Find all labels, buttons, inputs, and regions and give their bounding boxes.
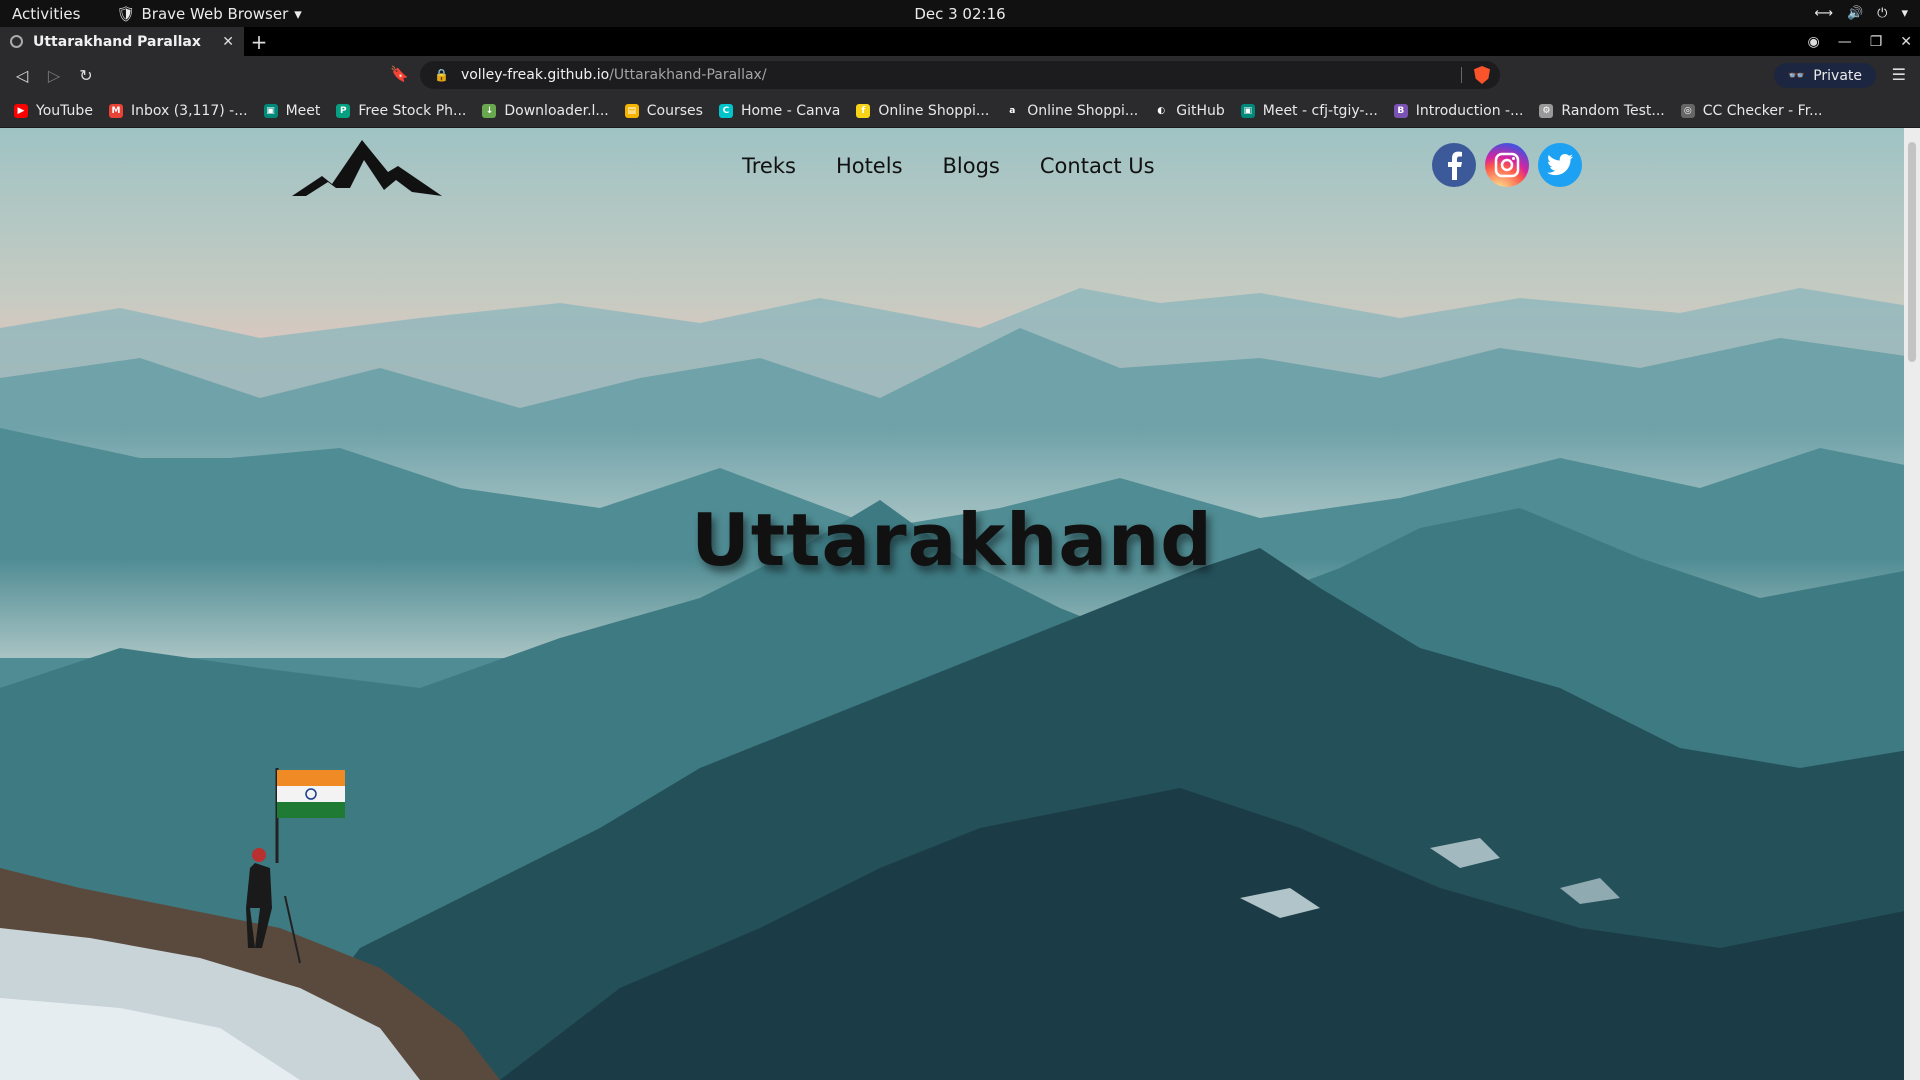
- bookmark-item[interactable]: M Inbox (3,117) -...: [108, 102, 248, 119]
- private-glasses-icon: 👓: [1787, 67, 1806, 84]
- activities-button[interactable]: Activities: [12, 5, 80, 23]
- bookmark-label: Inbox (3,117) -...: [130, 102, 248, 119]
- twitter-icon[interactable]: [1538, 143, 1582, 187]
- bookmark-item[interactable]: P Free Stock Ph...: [336, 103, 466, 119]
- volume-icon: 🔊: [1846, 6, 1864, 21]
- bookmark-item[interactable]: ⚙ Random Test...: [1539, 102, 1665, 119]
- cc-checker-icon: ◎: [1680, 103, 1695, 118]
- bookmark-label: Free Stock Ph...: [358, 102, 467, 119]
- bookmark-item[interactable]: ▤ Courses: [624, 102, 703, 119]
- bookmark-item[interactable]: ▣ Meet: [263, 102, 321, 119]
- tab-search-icon[interactable]: ◉: [1807, 34, 1819, 50]
- bookmark-item[interactable]: B Introduction -...: [1393, 102, 1524, 119]
- reload-icon[interactable]: ↻: [70, 66, 102, 85]
- bookmark-label: GitHub: [1176, 102, 1225, 119]
- browser-tab[interactable]: Uttarakhand Parallax ✕: [0, 27, 244, 56]
- bookmark-item[interactable]: a Online Shoppi...: [1005, 103, 1138, 119]
- bookmark-item[interactable]: ▶ YouTube: [14, 103, 93, 119]
- bookmark-label: YouTube: [36, 102, 93, 119]
- page-scrollbar[interactable]: [1904, 128, 1920, 1080]
- forward-icon[interactable]: ▷: [38, 66, 70, 85]
- maximize-icon[interactable]: ❐: [1870, 34, 1883, 50]
- minimize-icon[interactable]: —: [1838, 34, 1852, 50]
- bookmark-label: Meet: [285, 102, 321, 119]
- app-menu-label: Brave Web Browser: [141, 4, 289, 23]
- facebook-icon[interactable]: [1432, 143, 1476, 187]
- bookmark-label: Downloader.l...: [504, 102, 609, 119]
- github-icon: ◐: [1157, 105, 1166, 116]
- system-tray[interactable]: ⟷ 🔊 ⏻ ▾: [1814, 6, 1908, 21]
- address-bar[interactable]: 🔒 volley-freak.github.io /Uttarakhand-Pa…: [420, 61, 1500, 89]
- bookmark-item[interactable]: f Online Shoppi...: [856, 103, 989, 119]
- bookmark-item[interactable]: C Home - Canva: [718, 102, 841, 119]
- social-links: [1432, 143, 1582, 187]
- url-host: volley-freak.github.io: [460, 67, 610, 83]
- bookmark-label: Random Test...: [1561, 102, 1665, 119]
- site-logo-mountain-icon[interactable]: [292, 136, 442, 202]
- bookmark-item[interactable]: ↓ Downloader.l...: [482, 102, 609, 119]
- nav-link-blogs[interactable]: Blogs: [943, 154, 1000, 178]
- hero-title: Uttarakhand: [691, 498, 1213, 582]
- bookmark-label: Home - Canva: [740, 102, 841, 119]
- instagram-icon[interactable]: [1485, 143, 1529, 187]
- brave-shields-icon[interactable]: [1474, 66, 1490, 84]
- browser-toolbar: ◁ ▷ ↻ 🔖 🔒 volley-freak.github.io /Uttara…: [0, 56, 1920, 94]
- bookmark-item[interactable]: ▣ Meet - cfj-tgiy-...: [1240, 102, 1378, 119]
- gmail-icon: M: [108, 103, 123, 118]
- nav-link-hotels[interactable]: Hotels: [836, 154, 903, 178]
- flipkart-icon: f: [856, 103, 871, 118]
- private-window-badge[interactable]: 👓 Private: [1773, 63, 1876, 88]
- url-separator: [1461, 67, 1462, 83]
- bootstrap-icon: B: [1393, 103, 1408, 118]
- bookmark-label: Introduction -...: [1415, 102, 1524, 119]
- meet-icon: ▣: [1240, 103, 1255, 118]
- brave-lion-icon: 🛡: [116, 4, 136, 23]
- bookmark-icon[interactable]: 🔖: [390, 65, 409, 83]
- new-tab-button[interactable]: +: [244, 27, 274, 56]
- courses-icon: ▤: [624, 103, 639, 118]
- close-tab-icon[interactable]: ✕: [222, 34, 234, 50]
- globe-icon: [10, 35, 23, 48]
- bookmark-label: CC Checker - Fr...: [1702, 102, 1823, 119]
- bookmark-label: Online Shoppi...: [1027, 102, 1139, 119]
- chevron-down-icon: ▾: [294, 4, 302, 23]
- bookmark-item[interactable]: ◐ GitHub: [1154, 102, 1225, 119]
- bookmark-label: Meet - cfj-tgiy-...: [1262, 102, 1378, 119]
- back-icon[interactable]: ◁: [6, 66, 38, 85]
- bookmark-label: Courses: [646, 102, 703, 119]
- app-menu[interactable]: 🛡 Brave Web Browser ▾: [116, 5, 301, 23]
- private-label: Private: [1813, 67, 1862, 84]
- scrollbar-thumb[interactable]: [1908, 142, 1916, 362]
- youtube-icon: ▶: [14, 103, 28, 118]
- network-icon: ⟷: [1814, 6, 1833, 21]
- page-viewport: Treks Hotels Blogs Contact Us Uttarakhan…: [0, 128, 1920, 1080]
- clock[interactable]: Dec 3 02:16: [914, 5, 1005, 23]
- tab-strip: Uttarakhand Parallax ✕ + ◉ — ❐ ✕: [0, 27, 1920, 56]
- mountain-background-image: [0, 128, 1920, 1080]
- url-path: /Uttarakhand-Parallax/: [609, 67, 767, 83]
- power-icon: ⏻: [1877, 6, 1888, 21]
- bookmark-item[interactable]: ◎ CC Checker - Fr...: [1680, 102, 1823, 119]
- window-controls: ◉ — ❐ ✕: [1807, 27, 1912, 56]
- menu-icon[interactable]: ☰: [1892, 65, 1906, 84]
- pexels-icon: P: [336, 103, 351, 118]
- lock-icon[interactable]: 🔒: [434, 68, 449, 82]
- system-top-bar: Activities 🛡 Brave Web Browser ▾ Dec 3 0…: [0, 0, 1920, 27]
- meet-icon: ▣: [263, 103, 278, 118]
- site-nav: Treks Hotels Blogs Contact Us: [742, 154, 1155, 178]
- bookmark-label: Online Shoppi...: [878, 102, 990, 119]
- chevron-down-icon: ▾: [1901, 6, 1908, 21]
- gear-icon: ⚙: [1539, 103, 1554, 118]
- nav-link-contact-us[interactable]: Contact Us: [1040, 154, 1155, 178]
- amazon-icon: a: [1009, 105, 1016, 116]
- tab-title: Uttarakhand Parallax: [33, 33, 201, 50]
- downloader-icon: ↓: [482, 103, 497, 118]
- nav-link-treks[interactable]: Treks: [742, 154, 796, 178]
- bookmarks-bar: ▶ YouTube M Inbox (3,117) -... ▣ Meet P Free St…: [0, 94, 1920, 128]
- canva-icon: C: [718, 103, 733, 118]
- close-window-icon[interactable]: ✕: [1900, 34, 1912, 50]
